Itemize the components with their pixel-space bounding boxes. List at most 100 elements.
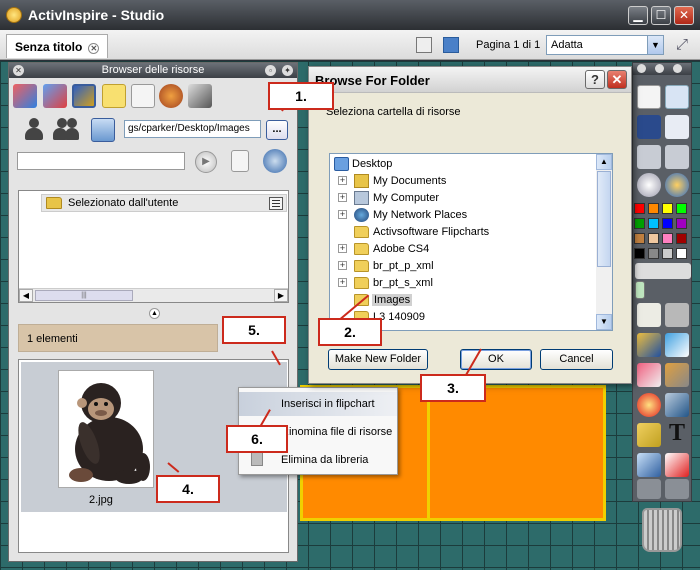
fullscreen-icon[interactable]: ⤢ xyxy=(672,36,692,54)
browse-folder-button[interactable]: ... xyxy=(266,120,288,140)
expand-icon[interactable]: + xyxy=(338,261,347,270)
expand-icon[interactable]: + xyxy=(338,193,347,202)
main-menu-icon[interactable] xyxy=(637,85,661,109)
minimize-button[interactable]: ▁ xyxy=(628,6,648,25)
reset-page-icon[interactable] xyxy=(665,453,689,477)
color-swatch-white[interactable] xyxy=(676,248,687,259)
flipchart-divider xyxy=(427,385,430,521)
scrollbar-thumb[interactable]: ||| xyxy=(35,290,133,301)
color-swatch-pink[interactable] xyxy=(662,233,673,244)
previous-page-icon[interactable] xyxy=(637,145,661,169)
settings-icon[interactable]: ✦ xyxy=(282,65,293,76)
user-icon[interactable] xyxy=(23,118,45,142)
tools-icon[interactable] xyxy=(665,115,689,139)
scroll-up-icon[interactable]: ▲ xyxy=(596,154,612,170)
scroll-left-icon[interactable]: ◀ xyxy=(19,289,33,302)
menu-item-insert[interactable]: Inserisci in flipchart xyxy=(239,392,397,416)
tree-menu-icon[interactable] xyxy=(269,197,283,210)
expand-icon[interactable]: + xyxy=(338,244,347,253)
search-options-icon[interactable] xyxy=(231,150,249,172)
color-swatch-light-grey[interactable] xyxy=(662,248,673,259)
expand-icon[interactable]: + xyxy=(338,176,347,185)
annotations-icon[interactable] xyxy=(159,84,183,108)
web-icon[interactable] xyxy=(665,173,689,197)
my-resources-icon[interactable] xyxy=(13,84,37,108)
pages-icon[interactable] xyxy=(131,84,155,108)
browsers-icon[interactable] xyxy=(665,85,689,109)
color-swatch-brown[interactable] xyxy=(634,233,645,244)
chevron-down-icon[interactable]: ▼ xyxy=(647,36,663,54)
pen-toolbox-icon[interactable] xyxy=(637,115,661,139)
sounds-icon[interactable] xyxy=(188,84,212,108)
color-swatch-green[interactable] xyxy=(676,203,687,214)
pin-icon[interactable]: ▫ xyxy=(265,65,276,76)
images-category-icon[interactable] xyxy=(72,84,96,108)
tab-flipchart[interactable]: Senza titolo ✕ xyxy=(6,34,109,58)
close-button[interactable]: ✕ xyxy=(674,6,694,25)
notes-icon[interactable] xyxy=(102,84,126,108)
make-new-folder-button[interactable]: Make New Folder xyxy=(328,349,428,370)
horizontal-scrollbar[interactable]: ◀ ||| ▶ xyxy=(19,288,288,302)
maximize-button[interactable]: ☐ xyxy=(651,6,671,25)
color-swatch-tan[interactable] xyxy=(648,233,659,244)
text-tool-icon[interactable]: T xyxy=(665,421,689,445)
shape-icon[interactable] xyxy=(637,393,661,417)
dialog-close-button[interactable]: ✕ xyxy=(607,70,627,89)
color-swatch-dark-green[interactable] xyxy=(634,218,645,229)
cancel-button[interactable]: Cancel xyxy=(540,349,613,370)
shared-resources-icon[interactable] xyxy=(43,84,67,108)
pen-icon[interactable] xyxy=(637,333,661,357)
color-swatch-red[interactable] xyxy=(634,203,645,214)
help-button[interactable]: ? xyxy=(585,70,605,89)
expand-icon[interactable]: + xyxy=(338,278,347,287)
next-page-icon[interactable] xyxy=(665,145,689,169)
search-row: ▶ xyxy=(9,148,297,176)
expand-icon[interactable]: + xyxy=(338,210,347,219)
scroll-down-icon[interactable]: ▼ xyxy=(596,314,612,330)
tree-item-user-selected[interactable]: Selezionato dall'utente xyxy=(41,194,287,212)
fill-icon[interactable] xyxy=(665,363,689,387)
computer-icon[interactable] xyxy=(91,118,115,142)
select-icon[interactable] xyxy=(637,303,661,327)
clipart-icon[interactable] xyxy=(637,423,661,447)
play-icon[interactable] xyxy=(637,173,661,197)
highlighter-icon[interactable] xyxy=(665,333,689,357)
color-swatch-yellow[interactable] xyxy=(662,203,673,214)
chimpanzee-thumbnail[interactable] xyxy=(58,370,154,488)
color-swatch-cyan[interactable] xyxy=(648,218,659,229)
vertical-scrollbar[interactable]: ▲ ▼ xyxy=(596,154,612,330)
toolbox-menu-icon[interactable] xyxy=(655,64,664,73)
splitter-handle[interactable]: ▲ xyxy=(149,308,160,319)
search-input[interactable] xyxy=(17,152,185,170)
transform-icon[interactable] xyxy=(665,303,689,327)
page-sorter-icon[interactable] xyxy=(443,37,459,53)
undo-icon[interactable] xyxy=(637,479,661,499)
connector-icon[interactable] xyxy=(665,393,689,417)
eraser-icon[interactable] xyxy=(637,363,661,387)
spotlight-icon[interactable] xyxy=(637,453,661,477)
search-icon[interactable] xyxy=(263,149,287,173)
page-menu-icon[interactable] xyxy=(416,37,432,53)
zoom-select[interactable]: Adatta ▼ xyxy=(546,35,664,55)
users-icon[interactable] xyxy=(53,118,79,142)
search-go-button[interactable]: ▶ xyxy=(195,151,217,173)
pen-width-selector[interactable] xyxy=(635,263,691,279)
color-swatch-purple[interactable] xyxy=(676,218,687,229)
color-swatch-grey[interactable] xyxy=(648,248,659,259)
document-tabbar: Senza titolo ✕ Pagina 1 di 1 Adatta ▼ ⤢ xyxy=(0,30,700,60)
color-swatch-black[interactable] xyxy=(634,248,645,259)
close-panel-icon[interactable]: ✕ xyxy=(13,65,24,76)
color-swatch-blue[interactable] xyxy=(662,218,673,229)
scrollbar-thumb[interactable] xyxy=(597,171,611,267)
color-swatch-dark-red[interactable] xyxy=(676,233,687,244)
width-slider[interactable] xyxy=(635,281,645,299)
close-tab-icon[interactable]: ✕ xyxy=(88,43,100,54)
toolbox-close-icon[interactable] xyxy=(637,64,646,73)
color-swatch-orange[interactable] xyxy=(648,203,659,214)
toolbox-settings-icon[interactable] xyxy=(673,64,682,73)
scroll-right-icon[interactable]: ▶ xyxy=(274,289,288,302)
redo-icon[interactable] xyxy=(665,479,689,499)
resource-path-input[interactable]: gs/cparker/Desktop/Images xyxy=(124,120,261,138)
dialog-prompt: Seleziona cartella di risorse xyxy=(326,106,461,118)
trash-can-icon[interactable] xyxy=(642,508,682,552)
